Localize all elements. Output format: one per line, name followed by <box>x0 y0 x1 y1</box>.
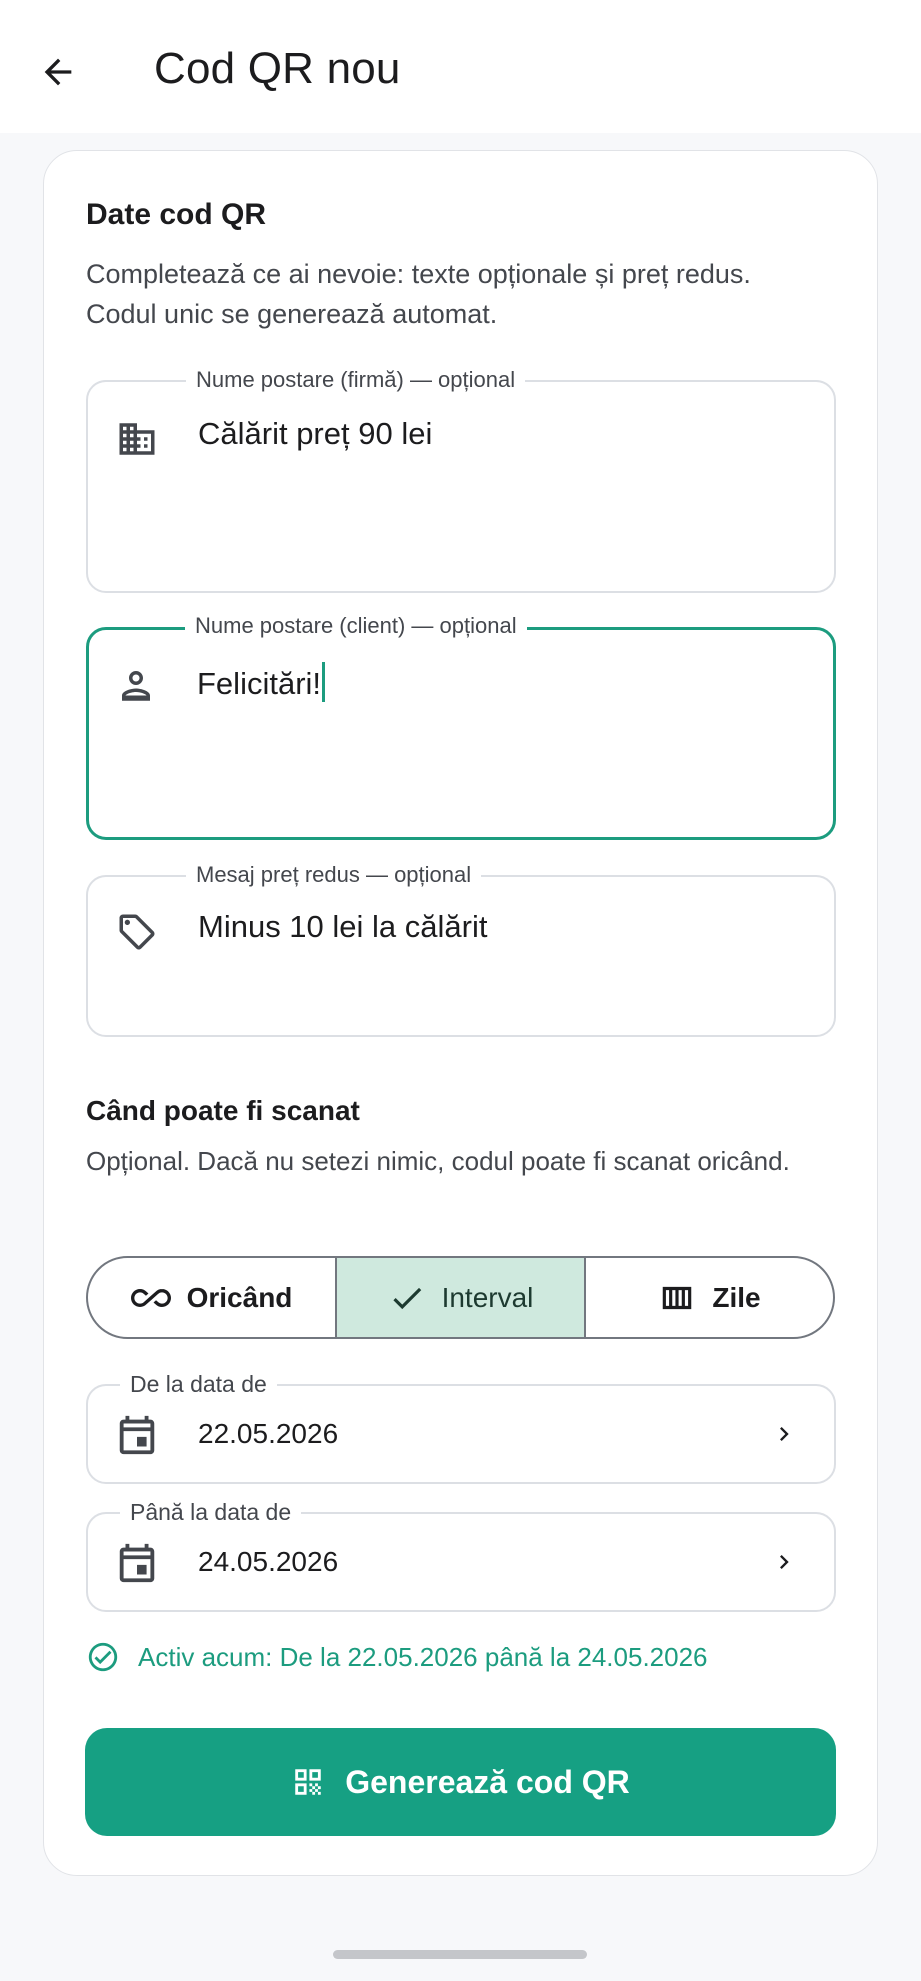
page-title: Cod QR nou <box>154 44 401 93</box>
section-heading-scan-time: Când poate fi scanat <box>86 1095 360 1126</box>
start-date-label: De la data de <box>120 1370 277 1398</box>
start-date-value: 22.05.2026 <box>198 1418 339 1449</box>
client-post-name-field[interactable]: Nume postare (client) — opțional Felicit… <box>86 612 836 840</box>
infinity-icon <box>130 1288 171 1307</box>
company-post-name-label: Nume postare (firmă) — opțional <box>186 366 526 394</box>
segment-days-label: Zile <box>712 1281 761 1313</box>
segment-interval-label: Interval <box>441 1281 534 1313</box>
client-post-name-input[interactable]: Felicitări! <box>197 662 326 702</box>
company-post-name-field[interactable]: Nume postare (firmă) — opțional Călărit … <box>86 366 836 593</box>
company-post-name-value: Călărit preț 90 lei <box>198 416 433 451</box>
qr-code-icon <box>295 1769 321 1795</box>
end-date-picker[interactable]: Până la data de 24.05.2026 <box>86 1498 836 1612</box>
scan-mode-selector: Oricând Interval Zile <box>86 1256 835 1339</box>
view-week-icon <box>663 1286 692 1309</box>
discount-message-label: Mesaj preț redus — opțional <box>186 861 482 889</box>
active-status-text: Activ acum: De la 22.05.2026 până la 24.… <box>138 1641 708 1672</box>
check-circle-icon <box>88 1642 118 1672</box>
section-description-qr-data: Completează ce ai nevoie: texte opțional… <box>86 259 751 329</box>
arrow-back-icon <box>44 58 72 86</box>
calendar-icon <box>119 1543 155 1583</box>
client-post-name-label: Nume postare (client) — opțional <box>185 612 527 640</box>
check-icon <box>392 1287 421 1309</box>
chevron-right-icon <box>780 1427 789 1441</box>
generate-qr-label: Generează cod QR <box>345 1763 630 1800</box>
text-cursor <box>322 662 326 702</box>
start-date-picker[interactable]: De la data de 22.05.2026 <box>86 1370 836 1484</box>
end-date-label: Până la data de <box>120 1498 302 1526</box>
calendar-icon <box>119 1415 155 1455</box>
home-indicator[interactable] <box>333 1950 587 1959</box>
segment-interval[interactable]: Interval <box>335 1258 584 1337</box>
segment-anytime[interactable]: Oricând <box>88 1258 335 1337</box>
section-description-scan-time: Opțional. Dacă nu setezi nimic, codul po… <box>86 1146 790 1176</box>
back-button[interactable] <box>36 50 80 94</box>
segment-anytime-label: Oricând <box>186 1281 293 1313</box>
generate-qr-button[interactable]: Generează cod QR <box>85 1728 836 1836</box>
active-status: Activ acum: De la 22.05.2026 până la 24.… <box>86 1640 708 1674</box>
discount-message-field[interactable]: Mesaj preț redus — opțional Minus 10 lei… <box>86 861 836 1037</box>
building-icon <box>114 416 160 462</box>
segment-days[interactable]: Zile <box>584 1258 833 1337</box>
discount-message-value: Minus 10 lei la călărit <box>198 909 488 944</box>
tag-icon <box>114 909 160 955</box>
chevron-right-icon <box>780 1555 789 1569</box>
section-heading-qr-data: Date cod QR <box>86 198 267 231</box>
end-date-value: 24.05.2026 <box>198 1546 339 1577</box>
person-icon <box>113 662 159 708</box>
app-bar: Cod QR nou <box>0 0 921 133</box>
